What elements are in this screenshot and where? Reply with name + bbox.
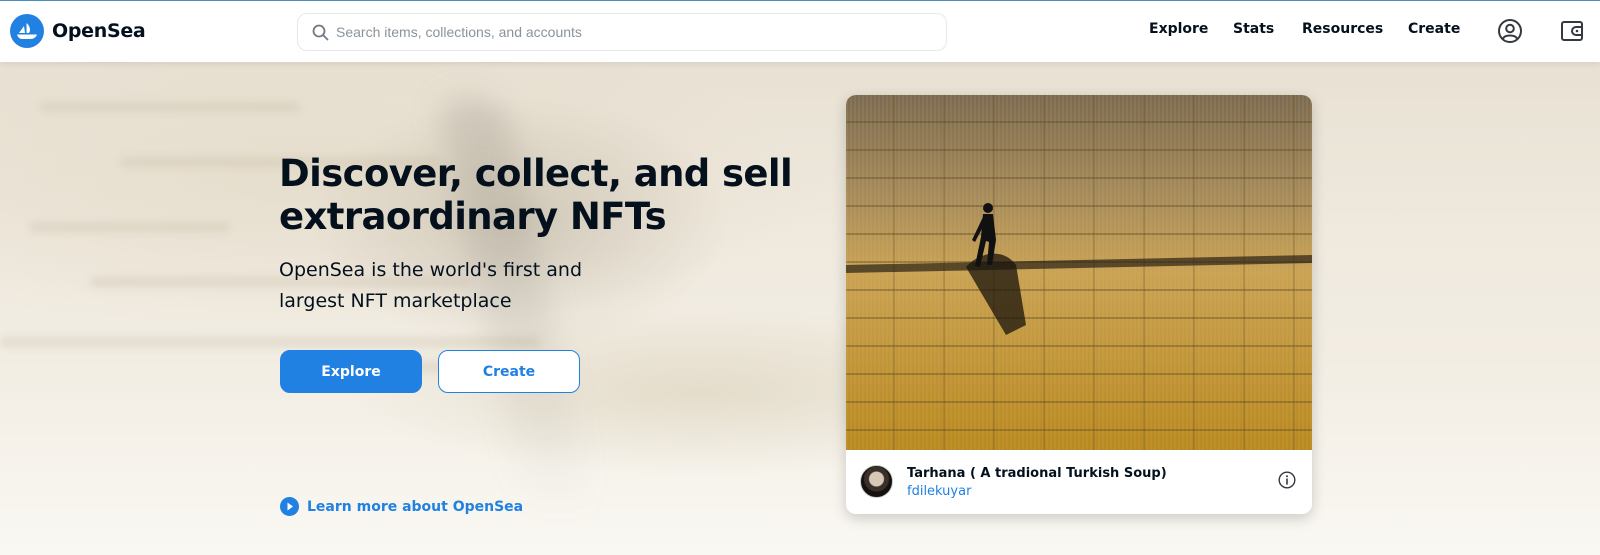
brand-logo-link[interactable]: OpenSea	[10, 14, 146, 48]
nav-stats[interactable]: Stats	[1233, 21, 1274, 37]
wallet-icon[interactable]	[1560, 18, 1586, 48]
search-input[interactable]	[336, 20, 926, 44]
explore-button[interactable]: Explore	[280, 350, 422, 393]
search-icon	[312, 24, 329, 45]
opensea-logo-icon	[10, 14, 44, 48]
nav-create[interactable]: Create	[1408, 21, 1460, 37]
learn-more-label: Learn more about OpenSea	[307, 498, 524, 515]
hero-title: Discover, collect, and sell extraordinar…	[279, 152, 793, 238]
top-navbar: OpenSea Explore Stats Resources Create	[0, 1, 1600, 62]
play-circle-icon	[280, 497, 299, 516]
nav-resources[interactable]: Resources	[1302, 21, 1383, 37]
featured-nft-card[interactable]: Tarhana ( A tradional Turkish Soup) fdil…	[846, 95, 1312, 514]
brand-name: OpenSea	[52, 20, 146, 42]
hero-subtitle: OpenSea is the world's first and largest…	[279, 259, 583, 312]
search-bar[interactable]	[297, 13, 947, 51]
info-icon[interactable]	[1278, 471, 1296, 493]
create-button[interactable]: Create	[438, 350, 580, 393]
learn-more-link[interactable]: Learn more about OpenSea	[280, 497, 523, 516]
nft-title[interactable]: Tarhana ( A tradional Turkish Soup)	[907, 466, 1167, 481]
nft-creator-link[interactable]: fdilekuyar	[907, 484, 971, 499]
featured-nft-footer: Tarhana ( A tradional Turkish Soup) fdil…	[846, 450, 1312, 514]
creator-avatar[interactable]	[860, 465, 893, 498]
account-icon[interactable]	[1497, 18, 1523, 48]
featured-nft-image	[846, 95, 1312, 450]
hero-background	[0, 62, 1600, 555]
nav-explore[interactable]: Explore	[1149, 21, 1208, 37]
